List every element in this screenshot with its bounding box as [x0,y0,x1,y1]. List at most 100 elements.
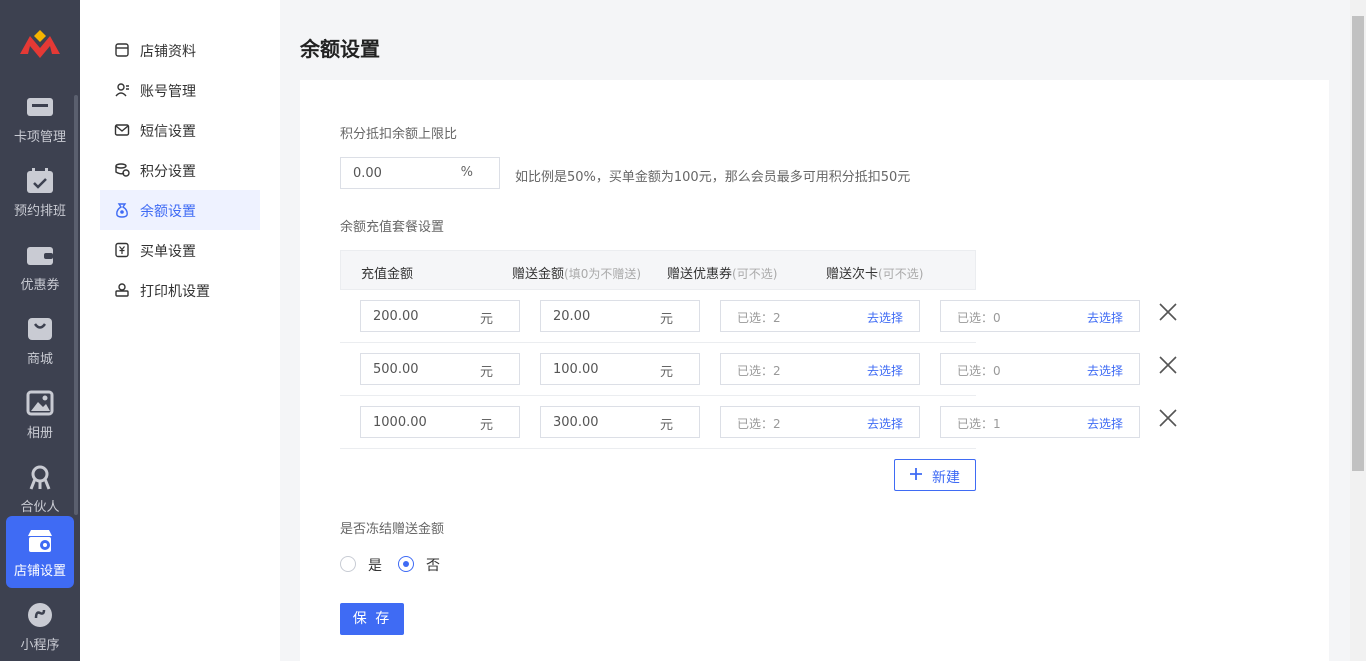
yuan-unit: 元 [479,312,493,327]
header-card: 赠送次卡(可不选) [826,267,924,282]
card-icon [26,94,54,120]
rail-item-store-settings[interactable]: 店铺设置 [6,516,74,588]
rail-item-label: 预约排班 [13,204,66,219]
rail-item-mall[interactable]: 商城 [6,304,74,376]
partner-icon [26,464,54,490]
main-nav-rail: 卡项管理 预约排班 优惠券 商城 相册 合伙人 店铺设置 小程序 [0,0,80,661]
header-coupon: 赠送优惠券(可不选) [667,267,778,282]
row-divider [340,395,976,396]
yuan-unit: 元 [659,418,673,433]
coupon-selected-count: 已选：2 [737,417,781,431]
add-package-button[interactable]: 新建 [894,459,976,491]
points-ratio-label: 积分抵扣余额上限比 [340,127,458,142]
rail-item-label: 相册 [26,426,53,441]
choose-coupon-link[interactable]: 去选择 [867,415,903,432]
page-scrollbar-thumb[interactable] [1352,16,1364,471]
rail-item-partner[interactable]: 合伙人 [6,452,74,524]
submenu-item-label: 余额设置 [140,204,196,220]
percent-unit: % [460,165,473,180]
submenu-item-label: 买单设置 [140,244,196,260]
freeze-yes-radio[interactable] [340,556,356,572]
submenu-item-label: 短信设置 [140,124,196,140]
choose-card-link[interactable]: 去选择 [1087,309,1123,326]
submenu-item-account[interactable]: 账号管理 [100,70,260,110]
save-button[interactable]: 保 存 [340,603,404,635]
rail-item-coupon[interactable]: 优惠券 [6,230,74,302]
recharge-amount-value: 500.00 [373,362,419,377]
delete-row-icon[interactable] [1158,355,1178,375]
submenu-item-label: 打印机设置 [140,284,210,300]
yuan-unit: 元 [479,365,493,380]
miniprogram-icon [26,602,54,628]
points-ratio-hint: 如比例是50%，买单金额为100元，那么会员最多可用积分抵扣50元 [515,170,911,185]
plus-icon [909,467,923,481]
account-icon [114,82,130,98]
yuan-unit: 元 [659,365,673,380]
delete-row-icon[interactable] [1158,302,1178,322]
freeze-label: 是否冻结赠送金额 [340,522,445,537]
rail-scrollbar[interactable] [74,95,78,515]
rail-item-label: 卡项管理 [13,130,66,145]
submenu-item-checkout[interactable]: 买单设置 [100,230,260,270]
recharge-amount-input[interactable]: 500.00 元 [360,353,520,385]
rail-item-card[interactable]: 卡项管理 [6,82,74,154]
rail-item-schedule[interactable]: 预约排班 [6,156,74,228]
page-title: 余额设置 [300,37,380,61]
page-scrollbar[interactable] [1350,0,1366,661]
coupon-select: 已选：2 去选择 [720,300,920,332]
packages-label: 余额充值套餐设置 [340,220,445,235]
coupon-selected-count: 已选：2 [737,364,781,378]
submenu-item-printer[interactable]: 打印机设置 [100,270,260,310]
card-selected-count: 已选：0 [957,364,1001,378]
printer-icon [114,282,130,298]
gift-amount-value: 300.00 [553,415,599,430]
store-settings-icon [26,528,54,554]
store-icon [114,42,130,58]
rail-item-miniprogram[interactable]: 小程序 [6,598,74,661]
gift-amount-input[interactable]: 100.00 元 [540,353,700,385]
recharge-amount-input[interactable]: 200.00 元 [360,300,520,332]
freeze-yes-label[interactable]: 是 [368,555,382,575]
brand-logo-icon[interactable] [18,30,62,60]
choose-coupon-link[interactable]: 去选择 [867,309,903,326]
row-divider [340,448,976,449]
gift-amount-input[interactable]: 20.00 元 [540,300,700,332]
submenu-item-store-info[interactable]: 店铺资料 [100,30,260,70]
coupon-selected-count: 已选：2 [737,311,781,325]
mail-icon [114,122,130,138]
image-icon [26,390,54,416]
yuan-unit: 元 [479,418,493,433]
points-ratio-value: 0.00 [353,166,382,181]
submenu-item-points[interactable]: 积分设置 [100,150,260,190]
gift-amount-value: 20.00 [553,309,591,324]
choose-card-link[interactable]: 去选择 [1087,415,1123,432]
choose-card-link[interactable]: 去选择 [1087,362,1123,379]
gift-amount-input[interactable]: 300.00 元 [540,406,700,438]
add-package-label: 新建 [932,470,960,486]
row-divider [340,342,976,343]
card-selected-count: 已选：1 [957,417,1001,431]
freeze-no-label[interactable]: 否 [426,555,440,575]
rail-item-album[interactable]: 相册 [6,378,74,450]
rail-item-label: 小程序 [20,638,60,653]
points-ratio-input[interactable]: 0.00 % [340,157,500,189]
rail-item-label: 商城 [26,352,53,367]
balance-icon [114,202,130,218]
card-selected-count: 已选：0 [957,311,1001,325]
submenu-item-sms[interactable]: 短信设置 [100,110,260,150]
recharge-amount-value: 200.00 [373,309,419,324]
card-select: 已选：1 去选择 [940,406,1140,438]
submenu-item-label: 积分设置 [140,164,196,180]
packages-table-header: 充值金额 赠送金额(填0为不赠送) 赠送优惠券(可不选) 赠送次卡(可不选) [340,250,976,290]
gift-amount-value: 100.00 [553,362,599,377]
choose-coupon-link[interactable]: 去选择 [867,362,903,379]
wallet-icon [26,242,54,268]
rail-item-label: 合伙人 [20,500,60,515]
header-amount: 充值金额 [361,267,414,282]
card-select: 已选：0 去选择 [940,353,1140,385]
recharge-amount-input[interactable]: 1000.00 元 [360,406,520,438]
coupon-select: 已选：2 去选择 [720,406,920,438]
freeze-no-radio[interactable] [398,556,414,572]
submenu-item-balance[interactable]: 余额设置 [100,190,260,230]
delete-row-icon[interactable] [1158,408,1178,428]
